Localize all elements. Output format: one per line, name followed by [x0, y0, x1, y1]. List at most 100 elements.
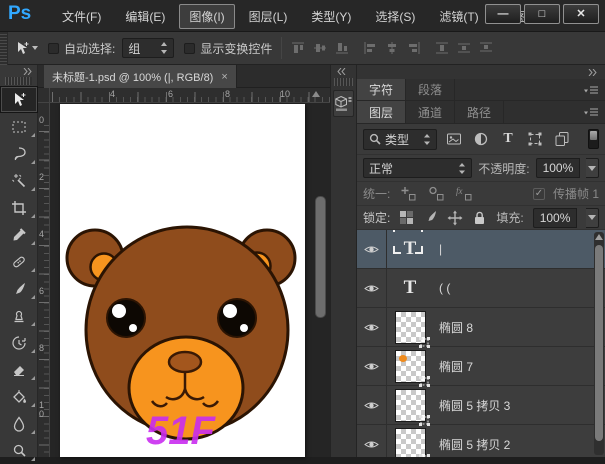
- tool-eraser[interactable]: [0, 356, 38, 383]
- ruler-corner[interactable]: [38, 88, 50, 103]
- maximize-button[interactable]: □: [524, 4, 560, 24]
- layer-row-shape[interactable]: 椭圆 8: [357, 308, 605, 347]
- tab-close-icon[interactable]: ×: [221, 71, 227, 83]
- layer-name[interactable]: 椭圆 8: [439, 319, 473, 336]
- tool-magic-wand[interactable]: [0, 167, 38, 194]
- show-transform-checkbox[interactable]: [184, 43, 195, 54]
- layer-thumbnail-text[interactable]: T: [387, 277, 433, 299]
- options-bar-grip[interactable]: [0, 32, 8, 65]
- tab-channels[interactable]: 通道: [406, 101, 455, 123]
- align-top-edges-icon[interactable]: [291, 41, 305, 55]
- collapsed-dock-header[interactable]: [331, 65, 356, 76]
- menu-type[interactable]: 类型(Y): [301, 4, 361, 29]
- auto-select-checkbox[interactable]: [48, 43, 59, 54]
- lock-all-icon[interactable]: [472, 210, 487, 225]
- layer-name[interactable]: 椭圆 5 拷贝 3: [439, 397, 510, 414]
- layer-row-shape[interactable]: 椭圆 5 拷贝 3: [357, 386, 605, 425]
- menu-select[interactable]: 选择(S): [365, 4, 425, 29]
- fill-dropdown-button[interactable]: [586, 208, 599, 228]
- filter-pixel-layers-icon[interactable]: [444, 131, 464, 147]
- layer-thumbnail-shape[interactable]: [387, 350, 433, 383]
- layer-thumbnail-shape[interactable]: [387, 389, 433, 422]
- horizontal-ruler[interactable]: 4 6 8 10: [50, 88, 330, 103]
- tool-eyedropper[interactable]: [0, 221, 38, 248]
- 3d-panel-button[interactable]: [333, 90, 354, 117]
- visibility-toggle[interactable]: [357, 425, 387, 458]
- tab-paths[interactable]: 路径: [455, 101, 504, 123]
- align-right-edges-icon[interactable]: [407, 41, 421, 55]
- align-left-edges-icon[interactable]: [363, 41, 377, 55]
- tab-paragraph[interactable]: 段落: [406, 79, 455, 100]
- layers-scrollbar[interactable]: [594, 232, 604, 455]
- tab-layers[interactable]: 图层: [357, 101, 406, 123]
- distribute-top-edges-icon[interactable]: [435, 41, 449, 55]
- visibility-toggle[interactable]: [357, 230, 387, 269]
- auto-select-target-dropdown[interactable]: 组: [122, 38, 174, 58]
- current-tool-preset[interactable]: [14, 40, 38, 56]
- panel-menu-icon[interactable]: [583, 108, 599, 117]
- align-horizontal-centers-icon[interactable]: [385, 41, 399, 55]
- visibility-toggle[interactable]: [357, 347, 387, 386]
- layer-thumbnail-shape[interactable]: [387, 311, 433, 344]
- lock-transparent-pixels-icon[interactable]: [399, 210, 414, 225]
- align-bottom-edges-icon[interactable]: [335, 41, 349, 55]
- panel-menu-icon[interactable]: [583, 85, 599, 94]
- tool-move[interactable]: [0, 86, 38, 113]
- layer-thumbnail-text[interactable]: T: [387, 238, 433, 260]
- tool-healing-brush[interactable]: [0, 248, 38, 275]
- filter-type-layers-icon[interactable]: T: [498, 131, 518, 147]
- canvas-vertical-scrollbar[interactable]: [315, 196, 326, 318]
- tool-paint-bucket[interactable]: [0, 383, 38, 410]
- layer-row-text[interactable]: T ( (: [357, 269, 605, 308]
- lock-position-icon[interactable]: [447, 210, 463, 226]
- filter-smart-objects-icon[interactable]: [552, 131, 572, 147]
- menu-edit[interactable]: 编辑(E): [115, 4, 175, 29]
- tool-clone-stamp[interactable]: [0, 302, 38, 329]
- propagate-frame-checkbox[interactable]: ✓: [533, 188, 545, 200]
- scroll-up-arrow-icon[interactable]: [312, 91, 320, 97]
- distribute-vertical-centers-icon[interactable]: [457, 41, 471, 55]
- unify-position-icon[interactable]: [398, 186, 418, 201]
- layer-name[interactable]: ( (: [439, 281, 450, 295]
- tool-brush[interactable]: [0, 275, 38, 302]
- filter-kind-dropdown[interactable]: 类型: [363, 129, 437, 150]
- layer-row-text-editing[interactable]: T |: [357, 230, 605, 269]
- visibility-toggle[interactable]: [357, 386, 387, 425]
- toolbox-header[interactable]: [0, 65, 37, 76]
- menu-filter[interactable]: 滤镜(T): [429, 4, 488, 29]
- menu-image[interactable]: 图像(I): [179, 4, 234, 29]
- tool-lasso[interactable]: [0, 140, 38, 167]
- scrollbar-thumb[interactable]: [595, 245, 603, 441]
- filtering-toggle[interactable]: [588, 129, 599, 149]
- tool-history-brush[interactable]: [0, 329, 38, 356]
- panel-dock-header[interactable]: [357, 65, 605, 79]
- document-tab[interactable]: 未标题-1.psd @ 100% (|, RGB/8) ×: [44, 65, 237, 88]
- distribute-bottom-edges-icon[interactable]: [479, 41, 493, 55]
- toolbox-grip[interactable]: [5, 77, 32, 85]
- unify-style-icon[interactable]: fx: [454, 186, 474, 201]
- blend-mode-dropdown[interactable]: 正常: [363, 158, 472, 178]
- fill-value[interactable]: 100%: [533, 208, 578, 228]
- align-vertical-centers-icon[interactable]: [313, 41, 327, 55]
- menu-layer[interactable]: 图层(L): [239, 4, 298, 29]
- tool-crop[interactable]: [0, 194, 38, 221]
- filter-adjustment-layers-icon[interactable]: [471, 131, 491, 147]
- close-button[interactable]: ✕: [563, 4, 599, 24]
- opacity-value[interactable]: 100%: [536, 158, 581, 178]
- lock-image-pixels-icon[interactable]: [423, 210, 438, 225]
- visibility-toggle[interactable]: [357, 308, 387, 347]
- canvas-pasteboard[interactable]: 51F: [50, 103, 330, 457]
- opacity-dropdown-button[interactable]: [586, 158, 599, 178]
- tool-dodge[interactable]: [0, 437, 38, 464]
- minimize-button[interactable]: —: [485, 4, 521, 24]
- vertical-ruler[interactable]: 0 2 4 6 8 10: [38, 103, 50, 457]
- layer-row-shape[interactable]: 椭圆 5 拷贝 2: [357, 425, 605, 457]
- layer-name[interactable]: |: [439, 242, 442, 256]
- tool-rectangular-marquee[interactable]: [0, 113, 38, 140]
- collapsed-dock-grip[interactable]: [334, 78, 353, 86]
- layer-row-shape[interactable]: 椭圆 7: [357, 347, 605, 386]
- tab-character[interactable]: 字符: [357, 79, 406, 100]
- filter-shape-layers-icon[interactable]: [525, 131, 545, 147]
- layer-name[interactable]: 椭圆 5 拷贝 2: [439, 436, 510, 453]
- tool-blur[interactable]: [0, 410, 38, 437]
